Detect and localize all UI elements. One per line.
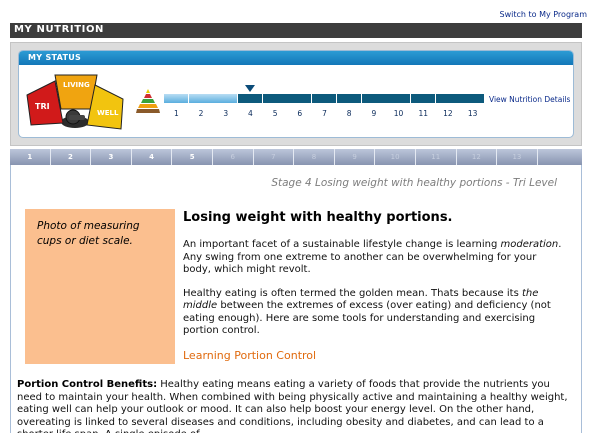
stage-cell-6 [287, 94, 312, 103]
stage-number-4: 4 [248, 109, 253, 118]
stage-progress-track [164, 94, 485, 103]
stage-tab-3[interactable]: 3 [91, 149, 132, 165]
benefits-label: Portion Control Benefits: [17, 379, 158, 390]
stage-caption: Stage 4 Losing weight with healthy porti… [271, 177, 557, 189]
stage-tab-7: 7 [254, 149, 295, 165]
logo-word-tri: TRI [35, 102, 50, 111]
stage-number-10: 10 [393, 109, 404, 118]
learning-portion-control-link[interactable]: Learning Portion Control [183, 349, 563, 362]
stage-tab-12: 12 [457, 149, 498, 165]
stage-number-3: 3 [223, 109, 229, 118]
article-paragraph-2: Healthy eating is often termed the golde… [183, 287, 551, 337]
stage-tab-8: 8 [294, 149, 335, 165]
food-pyramid-icon [136, 89, 160, 113]
stage-numbers: 1 2 3 4 5 6 7 8 9 10 11 12 13 [164, 109, 485, 118]
content-panel: Stage 4 Losing weight with healthy porti… [10, 165, 582, 433]
stage-tab-10: 10 [375, 149, 416, 165]
article: Losing weight with healthy portions. An … [183, 210, 563, 362]
stage-cell-10 [386, 94, 411, 103]
stage-cell-9 [361, 94, 386, 103]
stage-cell-11 [410, 94, 435, 103]
logo-word-living: LIVING [63, 81, 90, 89]
page-header: MY NUTRITION [10, 23, 582, 38]
stage-cell-5 [262, 94, 287, 103]
stage-cell-13 [460, 94, 485, 103]
stage-cell-2 [188, 94, 213, 103]
status-card: MY STATUS TRI LIVING WELL 1 2 3 4 5 6 7 8 9 10 11 1… [18, 50, 574, 138]
stage-cell-12 [435, 94, 460, 103]
status-header: MY STATUS [19, 51, 573, 65]
stage-tab-bar: 1 2 3 4 5 6 7 8 9 10 11 12 13 [10, 149, 582, 165]
tab-bar-filler [538, 149, 582, 165]
stage-tab-4[interactable]: 4 [132, 149, 173, 165]
stage-number-7: 7 [322, 109, 327, 118]
stage-number-9: 9 [371, 109, 377, 118]
stage-cell-8 [336, 94, 361, 103]
tri-living-well-logo: TRI LIVING WELL [26, 74, 124, 130]
stage-tab-5[interactable]: 5 [172, 149, 213, 165]
stage-tab-9: 9 [335, 149, 376, 165]
stage-tab-11: 11 [416, 149, 457, 165]
stage-tab-6: 6 [213, 149, 254, 165]
status-title: MY STATUS [28, 53, 82, 62]
article-paragraph-1: An important facet of a sustainable life… [183, 239, 562, 275]
switch-program-link[interactable]: Switch to My Program [500, 10, 588, 19]
photo-placeholder: Photo of measuring cups or diet scale. [25, 209, 175, 364]
current-stage-marker [245, 85, 256, 92]
stage-cell-1 [164, 94, 188, 103]
stage-number-11: 11 [418, 109, 428, 118]
photo-caption: Photo of measuring cups or diet scale. [37, 220, 140, 247]
stage-tab-13: 13 [497, 149, 538, 165]
page-title: MY NUTRITION [14, 24, 105, 35]
stage-number-13: 13 [467, 109, 478, 118]
stage-number-8: 8 [346, 109, 352, 118]
logo-word-well: WELL [97, 109, 119, 117]
stage-cell-7 [312, 94, 337, 103]
stage-tab-1[interactable]: 1 [10, 149, 51, 165]
stage-number-6: 6 [297, 109, 303, 118]
stage-cell-4 [238, 94, 263, 103]
view-nutrition-details-link[interactable]: View Nutrition Details [489, 95, 570, 104]
stage-number-1: 1 [173, 109, 179, 118]
status-panel: MY STATUS TRI LIVING WELL 1 2 3 4 5 6 7 8 9 10 11 1… [10, 42, 582, 146]
portion-control-benefits: Portion Control Benefits: Healthy eating… [17, 379, 573, 433]
stage-tab-2[interactable]: 2 [51, 149, 92, 165]
stage-number-5: 5 [272, 109, 278, 118]
stage-cell-3 [213, 94, 238, 103]
stage-number-2: 2 [198, 109, 204, 118]
stage-number-12: 12 [443, 109, 453, 118]
article-heading: Losing weight with healthy portions. [183, 210, 453, 225]
